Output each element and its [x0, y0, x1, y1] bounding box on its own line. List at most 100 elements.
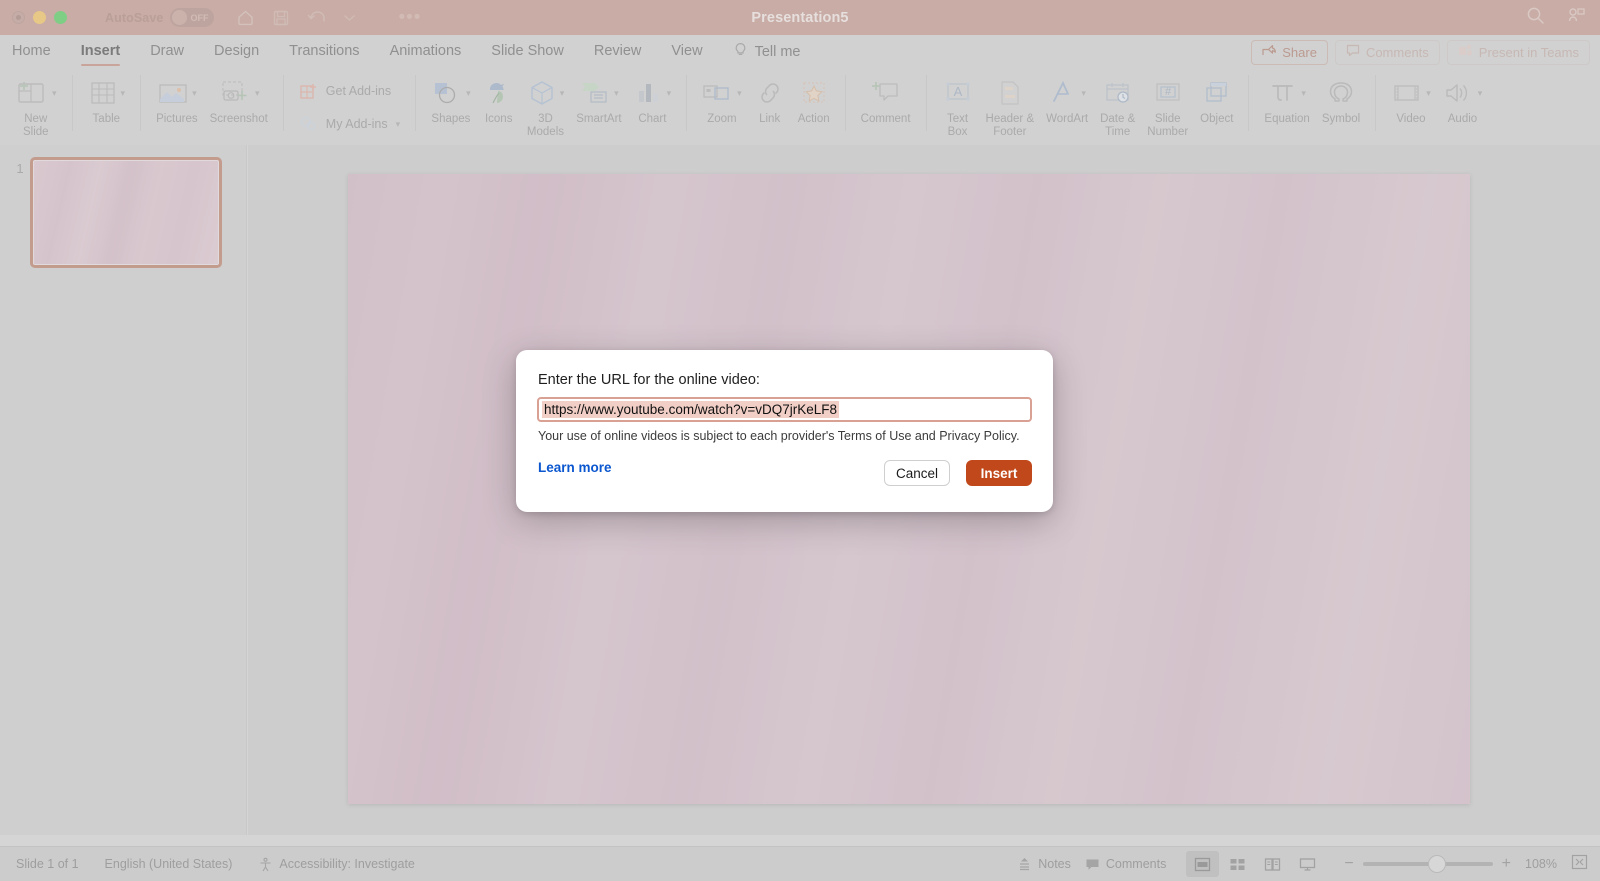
object-button[interactable]: Object	[1194, 73, 1239, 126]
present-in-teams-button[interactable]: Present in Teams	[1446, 39, 1590, 65]
symbol-label: Symbol	[1321, 113, 1361, 125]
minimize-window-button[interactable]	[33, 11, 46, 24]
home-icon[interactable]	[236, 8, 255, 27]
table-icon	[90, 82, 115, 104]
tab-design[interactable]: Design	[214, 35, 259, 69]
date-time-button[interactable]: Date & Time	[1094, 73, 1141, 138]
slide-count-label[interactable]: Slide 1 of 1	[16, 857, 79, 871]
action-button[interactable]: Action	[792, 73, 836, 126]
search-icon[interactable]	[1526, 6, 1545, 30]
more-icon[interactable]: •••	[398, 8, 421, 27]
chevron-down-icon[interactable]: ▾	[560, 88, 565, 99]
chevron-down-icon[interactable]: ▾	[614, 88, 619, 99]
slide-thumbnail[interactable]	[30, 157, 222, 268]
reading-view-button[interactable]	[1256, 851, 1289, 877]
new-slide-button[interactable]: ▾ New Slide	[9, 73, 63, 138]
tab-slide-show[interactable]: Slide Show	[491, 35, 564, 69]
3d-models-button[interactable]: ▾ 3D Models	[521, 73, 571, 138]
comments-status-button[interactable]: Comments	[1085, 857, 1166, 871]
chevron-down-icon[interactable]: ▾	[466, 88, 471, 99]
smartart-button[interactable]: ▾ SmartArt	[570, 73, 627, 126]
chevron-down-icon[interactable]: ▾	[1426, 88, 1431, 99]
fit-to-window-icon	[1571, 854, 1588, 869]
tab-draw[interactable]: Draw	[150, 35, 184, 69]
tab-animations[interactable]: Animations	[390, 35, 462, 69]
chevron-down-icon[interactable]: ▾	[667, 88, 672, 99]
comments-button[interactable]: Comments	[1334, 39, 1440, 65]
text-box-button[interactable]: A Text Box	[936, 73, 980, 138]
audio-button[interactable]: ▾ Audio	[1437, 73, 1489, 126]
chevron-down-icon[interactable]: ▾	[737, 88, 742, 99]
zoom-level-label[interactable]: 108%	[1525, 857, 1557, 871]
slide-number-button[interactable]: # Slide Number	[1141, 73, 1194, 138]
shapes-label: Shapes	[431, 113, 471, 125]
slide-thumbnail-pane[interactable]: 1	[0, 145, 247, 835]
insert-button[interactable]: Insert	[966, 460, 1032, 486]
save-icon[interactable]	[272, 9, 290, 27]
get-addins-icon	[300, 84, 316, 99]
share-button[interactable]: Share	[1251, 39, 1328, 65]
table-button[interactable]: ▾ Table	[82, 73, 132, 126]
tab-transitions[interactable]: Transitions	[289, 35, 359, 69]
tab-home[interactable]: Home	[12, 35, 51, 69]
symbol-button[interactable]: Symbol	[1316, 73, 1366, 126]
link-icon	[760, 83, 779, 103]
chevron-down-icon[interactable]: ▾	[52, 88, 57, 99]
close-window-button[interactable]	[12, 11, 25, 24]
account-icon[interactable]	[1567, 6, 1586, 30]
chevron-down-icon[interactable]: ▾	[396, 119, 401, 130]
notes-button[interactable]: Notes	[1017, 857, 1071, 871]
equation-button[interactable]: ▾ Equation	[1258, 73, 1315, 126]
slide-sorter-button[interactable]	[1221, 851, 1254, 877]
audio-label: Audio	[1447, 113, 1478, 125]
chevron-down-icon[interactable]: ▾	[1301, 88, 1306, 99]
language-label[interactable]: English (United States)	[105, 857, 233, 871]
learn-more-link[interactable]: Learn more	[538, 460, 612, 475]
chart-label: Chart	[638, 113, 667, 125]
wordart-button[interactable]: ▾ WordArt	[1040, 73, 1094, 126]
autosave-toggle[interactable]: OFF	[170, 8, 215, 27]
shapes-button[interactable]: ▾ Shapes	[425, 73, 477, 126]
video-button[interactable]: ▾ Video	[1385, 73, 1437, 126]
cancel-button[interactable]: Cancel	[884, 460, 950, 486]
video-url-input[interactable]: https://www.youtube.com/watch?v=vDQ7jrKe…	[537, 397, 1032, 422]
header-footer-button[interactable]: Header & Footer	[980, 73, 1041, 138]
thumbnail-item-1[interactable]: 1	[0, 145, 246, 268]
screenshot-button[interactable]: ▾ Screenshot	[204, 73, 274, 126]
chevron-down-icon[interactable]	[344, 14, 356, 22]
zoom-slider[interactable]: − +	[1344, 856, 1511, 872]
comment-button[interactable]: Comment	[855, 73, 917, 126]
chevron-down-icon[interactable]: ▾	[255, 88, 260, 99]
get-addins-button[interactable]: Get Add-ins	[293, 78, 406, 105]
chart-button[interactable]: ▾ Chart	[628, 73, 678, 126]
chevron-down-icon[interactable]: ▾	[121, 88, 126, 99]
autosave-control[interactable]: AutoSave OFF	[105, 8, 215, 27]
slide-show-button[interactable]	[1291, 851, 1324, 877]
zoom-in-button[interactable]: +	[1502, 856, 1511, 872]
zoom-button[interactable]: ▾ Zoom	[696, 73, 748, 126]
tab-insert[interactable]: Insert	[80, 35, 120, 69]
icons-button[interactable]: Icons	[477, 73, 521, 126]
fit-to-window-button[interactable]	[1571, 854, 1588, 875]
pictures-button[interactable]: ▾ Pictures	[150, 73, 204, 126]
tab-view[interactable]: View	[671, 35, 702, 69]
tab-review[interactable]: Review	[594, 35, 642, 69]
undo-icon[interactable]	[307, 9, 327, 27]
video-url-value: https://www.youtube.com/watch?v=vDQ7jrKe…	[542, 401, 840, 418]
action-icon	[803, 82, 825, 103]
link-button[interactable]: Link	[748, 73, 792, 126]
tell-me-search[interactable]: Tell me	[733, 42, 801, 62]
normal-view-button[interactable]	[1186, 851, 1220, 877]
maximize-window-button[interactable]	[54, 11, 67, 24]
ribbon-group-slides: ▾ New Slide	[0, 69, 72, 145]
chevron-down-icon[interactable]: ▾	[1081, 88, 1086, 99]
zoom-out-button[interactable]: −	[1344, 856, 1353, 872]
chevron-down-icon[interactable]: ▾	[192, 88, 197, 99]
zoom-knob[interactable]	[1428, 856, 1445, 872]
my-addins-button[interactable]: My Add-ins ▾	[293, 111, 406, 138]
zoom-track[interactable]	[1362, 856, 1493, 872]
accessibility-status[interactable]: Accessibility: Investigate	[258, 857, 415, 872]
ribbon-group-images: ▾ Pictures ▾ Screenshot	[141, 69, 283, 145]
menu-tab-bar: Home Insert Draw Design Transitions Anim…	[0, 35, 1600, 69]
chevron-down-icon[interactable]: ▾	[1478, 88, 1483, 99]
